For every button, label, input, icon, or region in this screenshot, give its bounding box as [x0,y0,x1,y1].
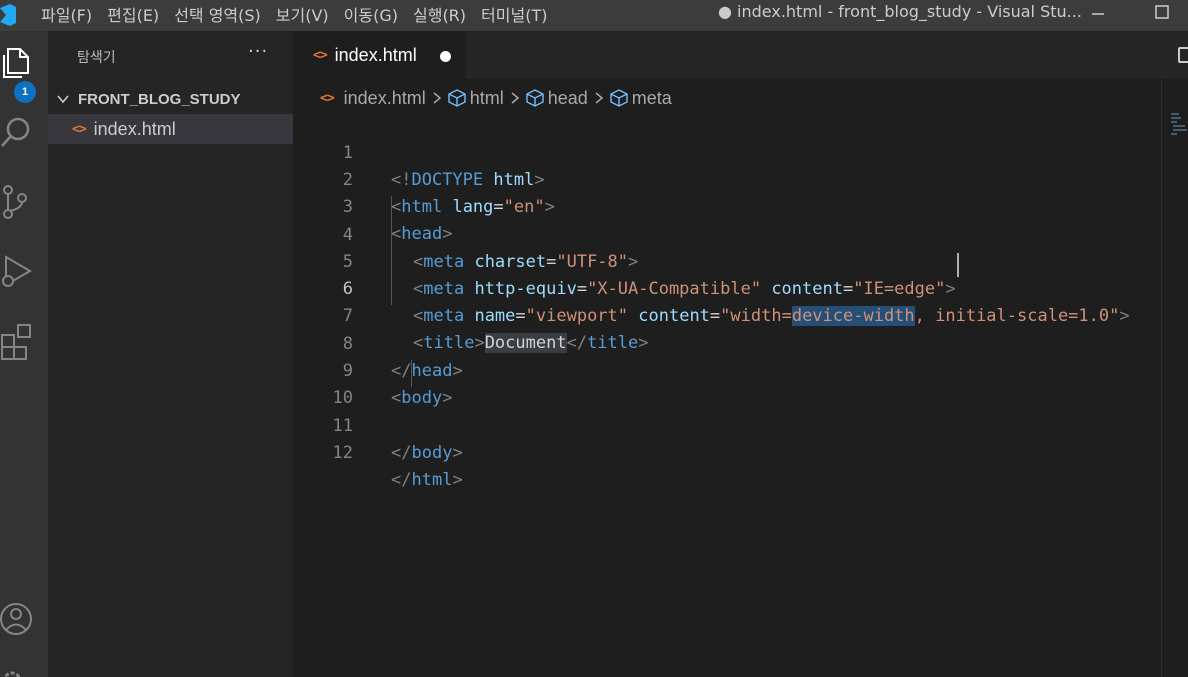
menu-bar: 파일(F) 편집(E) 선택 영역(S) 보기(V) 이동(G) 실행(R) 터… [38,0,559,31]
indent-guide [411,360,412,387]
minimap-line [1173,125,1185,127]
line-number: 12 [332,443,353,463]
activity-bar: 1 [0,31,48,677]
symbol-element-icon [448,89,466,107]
minimap-line [1173,129,1187,131]
indent-guide [391,196,392,305]
code-line: 5 <meta http-equiv="X-UA-Compatible" con… [293,222,1161,299]
settings-button[interactable] [0,661,36,677]
menu-terminal[interactable]: 터미널(T) [478,0,559,31]
symbol-element-icon [610,89,628,107]
menu-file[interactable]: 파일(F) [38,0,104,31]
explorer-badge: 1 [14,81,36,103]
code-editor[interactable]: 1 <!DOCTYPE html> 2 <html lang="en"> 3 <… [293,113,1161,677]
account-button[interactable] [0,599,36,639]
breadcrumb: <> index.html html head meta [320,85,672,111]
minimize-button[interactable] [1078,0,1118,24]
breadcrumb-file[interactable]: <> index.html [320,88,426,109]
code-line: 8 </head> [293,304,1161,381]
menu-run[interactable]: 실행(R) [410,0,478,31]
extensions-icon [1,324,31,360]
editor-tabs: <> index.html [293,31,1188,79]
maximize-button[interactable] [1142,0,1182,24]
code-text: </body> [391,443,463,463]
search-button[interactable] [0,113,36,153]
run-debug-button[interactable] [0,251,36,291]
explorer-button[interactable]: 1 [0,43,36,103]
chevron-right-icon [510,91,520,105]
code-line: 1 <!DOCTYPE html> [293,113,1161,190]
settings-gear-icon [3,671,21,677]
menu-selection[interactable]: 선택 영역(S) [171,0,273,31]
code-text: </html> [391,470,463,490]
account-icon [0,603,32,635]
tab-label: index.html [334,44,417,65]
file-name: index.html [93,118,176,139]
html-file-icon: <> [313,47,328,63]
chevron-down-icon [57,95,69,104]
code-line: 3 <head> [293,167,1161,244]
code-line: 4 <meta charset="UTF-8"> [293,195,1161,272]
source-control-icon [3,185,27,219]
chevron-right-icon [594,91,604,105]
search-icon [1,117,30,147]
explorer-sidebar: 탐색기 ··· FRONT_BLOG_STUDY <> index.html [48,31,293,677]
breadcrumb-meta-label: meta [631,87,672,108]
tab-index-html[interactable]: <> index.html [293,31,466,79]
breadcrumb-file-label: index.html [343,87,426,108]
html-file-icon: <> [320,90,335,106]
minimize-icon [1092,13,1104,15]
folder-name: FRONT_BLOG_STUDY [78,90,241,108]
breadcrumb-html-label: html [469,87,504,108]
breadcrumb-html[interactable]: html [448,88,504,109]
folder-header[interactable]: FRONT_BLOG_STUDY [48,87,293,111]
breadcrumb-meta[interactable]: meta [610,88,672,109]
files-icon [3,48,29,78]
menu-go[interactable]: 이동(G) [341,0,410,31]
file-item-index-html[interactable]: <> index.html [48,114,293,144]
window-title: ● index.html - front_blog_study - Visual… [718,2,1082,21]
code-line: 9 <body> [293,331,1161,408]
source-control-button[interactable] [0,183,36,223]
sidebar-title: 탐색기 [77,50,116,66]
html-file-icon: <> [72,121,87,137]
code-line: 7 <title>Document</title> [293,276,1161,353]
breadcrumb-head-label: head [547,87,588,108]
maximize-icon [1155,5,1169,19]
code-line: 12 </html> [293,413,1161,490]
code-line-active: 6 <meta name="viewport" content="width=d… [293,249,1161,326]
title-bar: 파일(F) 편집(E) 선택 영역(S) 보기(V) 이동(G) 실행(R) 터… [0,0,1188,31]
vscode-logo-icon [0,4,16,26]
breadcrumb-head[interactable]: head [526,88,588,109]
code-line: 11 </body> [293,386,1161,463]
minimap-line [1171,133,1177,135]
unsaved-dot-icon[interactable] [440,51,451,62]
extensions-button[interactable] [0,321,36,361]
menu-view[interactable]: 보기(V) [273,0,341,31]
minimap-line [1171,121,1177,123]
code-line: 10 [293,358,1161,408]
run-debug-icon [2,255,32,287]
split-editor-icon[interactable] [1178,47,1188,63]
menu-edit[interactable]: 편집(E) [104,0,171,31]
minimap-line [1171,117,1181,119]
more-actions-button[interactable]: ··· [248,41,268,62]
chevron-right-icon [432,91,442,105]
symbol-element-icon [526,89,544,107]
minimap-line [1171,113,1179,115]
minimap[interactable] [1161,79,1188,677]
code-line: 2 <html lang="en"> [293,140,1161,217]
text-cursor [957,253,959,277]
